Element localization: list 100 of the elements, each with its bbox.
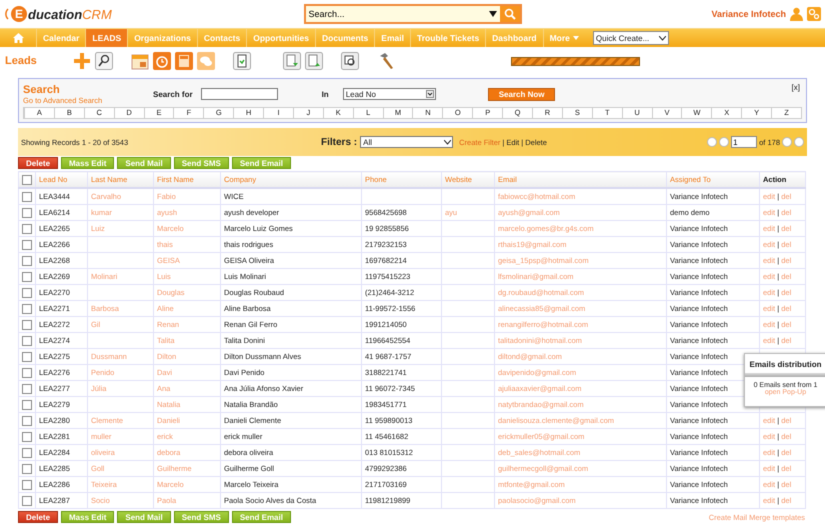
- in-label: In: [322, 90, 329, 98]
- import-icon[interactable]: [283, 52, 301, 70]
- nav-tab[interactable]: Email: [374, 29, 410, 47]
- row-checkbox[interactable]: [22, 224, 32, 234]
- logo-letter: E: [11, 6, 27, 22]
- table-cell[interactable]: [442, 492, 494, 508]
- search-title: Search: [23, 84, 61, 96]
- alarm-clock-icon[interactable]: [153, 52, 171, 70]
- table-cell[interactable]: [442, 332, 494, 348]
- table-cell[interactable]: [442, 444, 494, 460]
- nav-tab[interactable]: More: [542, 29, 585, 47]
- action-button[interactable]: Send SMS: [174, 157, 229, 169]
- last-page-button[interactable]: [794, 137, 804, 147]
- quick-create-select[interactable]: Quick Create...: [592, 31, 669, 45]
- action-button[interactable]: Send Mail: [117, 511, 171, 523]
- nav-tab[interactable]: Dashboard: [485, 29, 543, 47]
- action-button[interactable]: Send SMS: [174, 511, 229, 523]
- table-cell[interactable]: [442, 428, 494, 444]
- table-cell[interactable]: [442, 476, 494, 492]
- filter-select[interactable]: All: [360, 136, 454, 148]
- table-cell[interactable]: [442, 300, 494, 316]
- row-checkbox[interactable]: [22, 400, 32, 410]
- filters-label: Filters :: [321, 136, 358, 148]
- table-cell[interactable]: [442, 268, 494, 284]
- table-cell[interactable]: [442, 380, 494, 396]
- row-checkbox[interactable]: [22, 432, 32, 442]
- table-cell[interactable]: [88, 396, 154, 412]
- row-checkbox[interactable]: [22, 448, 32, 458]
- caret-icon[interactable]: [658, 36, 666, 40]
- duplicate-search-icon[interactable]: [341, 52, 359, 70]
- table-cell[interactable]: [442, 316, 494, 332]
- row-checkbox[interactable]: [22, 416, 32, 426]
- table-cell[interactable]: [442, 236, 494, 252]
- page-field[interactable]: 1: [731, 136, 758, 148]
- table-cell[interactable]: [88, 236, 154, 252]
- action-button[interactable]: Send Email: [232, 157, 291, 169]
- search-icon[interactable]: [95, 52, 113, 70]
- table-cell[interactable]: [442, 364, 494, 380]
- nav-tab[interactable]: Opportunities: [246, 29, 315, 47]
- user-icon[interactable]: [790, 7, 803, 21]
- nav-tab[interactable]: Contacts: [196, 29, 246, 47]
- table-cell[interactable]: [88, 252, 154, 268]
- nav-tab[interactable]: LEADS: [85, 29, 128, 47]
- calculator-icon[interactable]: [175, 52, 193, 70]
- row-checkbox[interactable]: [22, 336, 32, 346]
- row-checkbox[interactable]: [22, 384, 32, 394]
- close-button[interactable]: [x]: [792, 83, 800, 92]
- settings-icon[interactable]: [807, 7, 821, 21]
- row-checkbox[interactable]: [22, 320, 32, 330]
- search-for-label: Search for: [153, 90, 193, 98]
- caret-icon[interactable]: [488, 11, 496, 17]
- search-in-select[interactable]: Lead No: [342, 88, 436, 100]
- caret-icon[interactable]: [426, 90, 434, 98]
- table-cell[interactable]: [442, 220, 494, 236]
- row-checkbox[interactable]: [22, 288, 32, 298]
- clipboard-icon[interactable]: [233, 52, 251, 70]
- user-name[interactable]: Variance Infotech: [711, 9, 786, 19]
- row-checkbox[interactable]: [22, 464, 32, 474]
- caret-icon[interactable]: [444, 140, 452, 144]
- search-field[interactable]: Search...: [304, 4, 488, 24]
- logo-text: ducationCRM: [28, 6, 112, 22]
- row-checkbox[interactable]: [22, 240, 32, 250]
- table-cell[interactable]: [442, 348, 494, 364]
- table-cell[interactable]: [442, 412, 494, 428]
- action-button[interactable]: Mass Edit: [61, 157, 114, 169]
- row-checkbox[interactable]: [22, 368, 32, 378]
- row-checkbox[interactable]: [22, 256, 32, 266]
- action-button[interactable]: Send Email: [232, 511, 291, 523]
- table-cell[interactable]: [442, 396, 494, 412]
- table-cell[interactable]: [442, 284, 494, 300]
- table-cell[interactable]: [442, 252, 494, 268]
- action-button[interactable]: Send Mail: [117, 157, 171, 169]
- action-button[interactable]: Delete: [18, 157, 58, 169]
- row-checkbox[interactable]: [22, 192, 32, 202]
- row-checkbox[interactable]: [22, 352, 32, 362]
- calendar-icon[interactable]: [131, 52, 149, 70]
- previous-page-button[interactable]: [719, 137, 730, 147]
- nav-tab[interactable]: Organizations: [127, 29, 197, 47]
- row-checkbox[interactable]: [22, 496, 32, 506]
- dropdown-button[interactable]: [488, 4, 500, 24]
- chat-icon[interactable]: [197, 52, 215, 70]
- action-button[interactable]: Mass Edit: [61, 511, 114, 523]
- row-checkbox[interactable]: [22, 304, 32, 314]
- row-checkbox[interactable]: [22, 208, 32, 218]
- export-icon[interactable]: [305, 52, 323, 70]
- signal-icon: [4, 8, 10, 20]
- select-all-checkbox[interactable]: [22, 174, 32, 184]
- first-page-button[interactable]: [707, 137, 718, 147]
- row-checkbox[interactable]: [22, 272, 32, 282]
- row-checkbox[interactable]: [22, 480, 32, 490]
- table-cell[interactable]: [442, 460, 494, 476]
- search-now-button[interactable]: Search Now: [488, 88, 556, 100]
- nav-tab[interactable]: Trouble Tickets: [410, 29, 486, 47]
- table-cell[interactable]: [442, 188, 494, 204]
- action-button[interactable]: Delete: [18, 511, 58, 523]
- nav-tab[interactable]: Documents: [314, 29, 374, 47]
- search-for-field[interactable]: [200, 88, 278, 100]
- next-page-button[interactable]: [782, 137, 792, 147]
- table-cell[interactable]: [88, 332, 154, 348]
- table-cell[interactable]: [88, 284, 154, 300]
